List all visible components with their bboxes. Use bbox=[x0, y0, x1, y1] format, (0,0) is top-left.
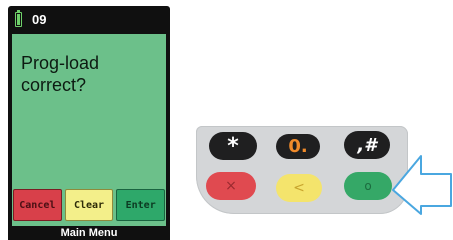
main-menu-label[interactable]: Main Menu bbox=[8, 226, 170, 240]
cancel-key[interactable]: × bbox=[206, 172, 256, 200]
zero-key-label: 0. bbox=[288, 136, 308, 157]
back-arrow-icon: < bbox=[293, 180, 305, 196]
clear-key[interactable]: < bbox=[276, 174, 322, 202]
status-bar: 09 bbox=[8, 6, 170, 34]
enter-softkey[interactable]: Enter bbox=[116, 189, 166, 221]
status-number: 09 bbox=[32, 12, 47, 27]
arrow-left-icon bbox=[392, 155, 452, 215]
star-key[interactable]: * bbox=[209, 132, 257, 160]
clear-softkey[interactable]: Clear bbox=[64, 189, 114, 221]
softkey-bar: Cancel Clear Enter bbox=[13, 189, 166, 223]
battery-icon bbox=[15, 10, 22, 27]
cancel-softkey[interactable]: Cancel bbox=[13, 189, 62, 221]
prompt-text: Prog-load correct? bbox=[21, 53, 100, 95]
cancel-x-icon: × bbox=[225, 178, 237, 194]
keypad: * 0. ,# × < o bbox=[196, 126, 408, 214]
enter-circle-icon: o bbox=[364, 179, 372, 193]
terminal-screen: 09 Prog-load correct? Cancel Clear Enter… bbox=[8, 6, 170, 240]
hash-key[interactable]: ,# bbox=[344, 131, 390, 159]
enter-key[interactable]: o bbox=[344, 172, 392, 200]
zero-key[interactable]: 0. bbox=[276, 134, 320, 159]
